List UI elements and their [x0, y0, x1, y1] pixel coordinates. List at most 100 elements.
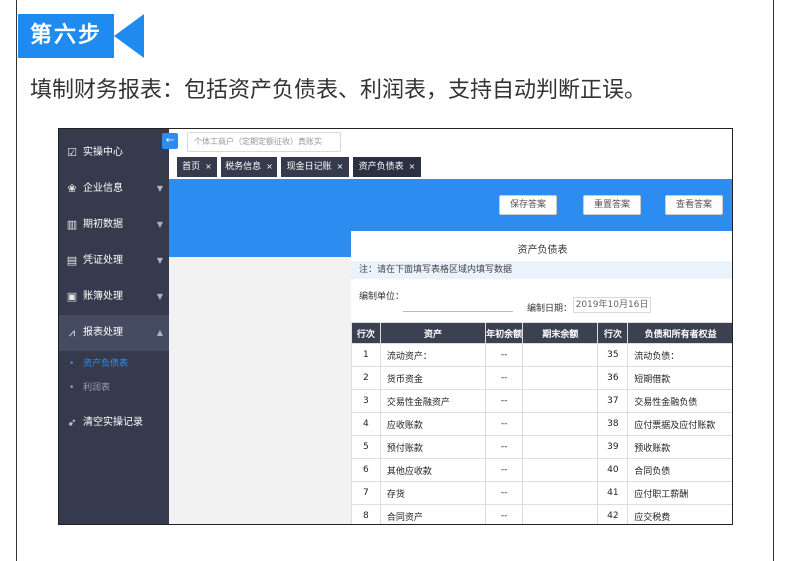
close-icon[interactable]: ×: [205, 162, 212, 171]
bullet-icon: •: [69, 359, 75, 369]
opening-balance-cell[interactable]: --: [485, 435, 524, 459]
save-answer-button[interactable]: 保存答案: [499, 195, 557, 215]
table-header-row: 行次 资产 年初余额 期末余额 行次 负债和所有者权益: [351, 322, 732, 344]
row-number-cell: 4: [351, 412, 381, 436]
sidebar-item-opening-data[interactable]: ▥ 期初数据 ▼: [59, 207, 169, 243]
closing-balance-cell[interactable]: [522, 481, 599, 505]
opening-balance-cell[interactable]: --: [485, 458, 524, 482]
tab-bar: 首页 × 税务信息 × 现金日记账 × 资产负债表 ×: [169, 155, 732, 177]
table-row: 4 应收账款 -- 38 应付票据及应付账款: [351, 412, 732, 436]
sidebar-subitem-income-statement[interactable]: • 利润表: [59, 377, 169, 399]
sidebar-item-clear-records[interactable]: ➶ 清空实操记录: [59, 405, 169, 441]
collapse-sidebar-button[interactable]: ←: [162, 133, 178, 149]
sidebar-item-label: 凭证处理: [83, 255, 123, 266]
chevron-down-icon: ▼: [156, 256, 163, 265]
sidebar: ☑ 实操中心 ❀ 企业信息 ▼ ▥ 期初数据 ▼ ▤ 凭证处理 ▼ ▣ 账簿处理…: [59, 129, 169, 524]
column-header: 资产: [379, 322, 487, 344]
table-row: 2 货币资金 -- 36 短期借款: [351, 366, 732, 390]
asset-name-cell: 合同资产: [379, 504, 487, 524]
sidebar-item-label: 企业信息: [83, 183, 123, 194]
opening-balance-cell[interactable]: --: [485, 389, 524, 413]
sidebar-item-company-info[interactable]: ❀ 企业信息 ▼: [59, 171, 169, 207]
table-row: 3 交易性金融资产 -- 37 交易性金融负债: [351, 389, 732, 413]
opening-balance-cell[interactable]: --: [485, 481, 524, 505]
sidebar-item-voucher[interactable]: ▤ 凭证处理 ▼: [59, 243, 169, 279]
top-bar: 个体工商户（定期定额征收）真账实: [169, 129, 732, 155]
closing-balance-cell[interactable]: [522, 343, 599, 367]
tab-tax-info[interactable]: 税务信息 ×: [221, 157, 277, 177]
step-arrow-icon: [114, 14, 144, 58]
sidebar-item-practice-center[interactable]: ☑ 实操中心: [59, 135, 169, 171]
close-icon[interactable]: ×: [409, 162, 416, 171]
tab-balance-sheet[interactable]: 资产负债表 ×: [353, 157, 421, 177]
row-number-cell: 3: [351, 389, 381, 413]
sidebar-subitem-balance-sheet[interactable]: • 资产负债表: [59, 353, 169, 375]
sidebar-item-label: 清空实操记录: [83, 417, 143, 428]
asset-name-cell: 存货: [379, 481, 487, 505]
headline: 填制财务报表：包括资产负债表、利润表，支持自动判断正误。: [30, 78, 647, 103]
row-number-cell: 8: [351, 504, 381, 524]
sidebar-item-reports[interactable]: ⩘ 报表处理 ▲: [59, 315, 169, 351]
tab-home[interactable]: 首页 ×: [177, 157, 217, 177]
clipboard-icon: ▣: [66, 290, 78, 303]
closing-balance-cell[interactable]: [522, 458, 599, 482]
tab-label: 首页: [182, 162, 201, 172]
table-row: 1 流动资产： -- 35 流动负债：: [351, 343, 732, 367]
column-header: 年初余额: [485, 322, 524, 344]
closing-balance-cell[interactable]: [522, 412, 599, 436]
trend-icon: ⩘: [68, 326, 76, 339]
tab-label: 税务信息: [225, 162, 262, 172]
closing-balance-cell[interactable]: [522, 366, 599, 390]
closing-balance-cell[interactable]: [522, 435, 599, 459]
row-number-cell: 38: [597, 412, 629, 436]
group-icon: ❀: [67, 182, 77, 195]
opening-balance-cell[interactable]: --: [485, 412, 524, 436]
chart-line-icon: ☑: [67, 146, 77, 159]
asset-name-cell: 其他应收款: [379, 458, 487, 482]
liability-name-cell: 应付票据及应付账款: [627, 412, 732, 436]
row-number-cell: 35: [597, 343, 629, 367]
row-number-cell: 42: [597, 504, 629, 524]
column-header: 行次: [597, 322, 629, 344]
close-icon[interactable]: ×: [337, 162, 344, 171]
tab-cash-journal[interactable]: 现金日记账 ×: [281, 157, 349, 177]
tab-label: 现金日记账: [286, 162, 332, 172]
liability-name-cell: 短期借款: [627, 366, 732, 390]
reset-answer-button[interactable]: 重置答案: [583, 195, 641, 215]
date-field[interactable]: 2019年10月16日: [573, 297, 651, 313]
opening-balance-cell[interactable]: --: [485, 366, 524, 390]
view-answer-button[interactable]: 查看答案: [665, 195, 723, 215]
asset-name-cell: 货币资金: [379, 366, 487, 390]
content-background: [169, 257, 351, 524]
row-number-cell: 37: [597, 389, 629, 413]
liability-name-cell: 预收账款: [627, 435, 732, 459]
asset-name-cell: 交易性金融资产: [379, 389, 487, 413]
unit-input[interactable]: [403, 311, 513, 312]
column-header: 行次: [351, 322, 381, 344]
column-header: 负债和所有者权益: [627, 322, 732, 344]
document-icon: ▤: [66, 254, 78, 267]
date-label: 编制日期：: [527, 304, 573, 314]
balance-sheet-panel: 资产负债表 注：请在下面填写表格区域内填写数据 编制单位： 编制日期： 2019…: [351, 231, 732, 524]
asset-name-cell: 流动资产：: [379, 343, 487, 367]
row-number-cell: 5: [351, 435, 381, 459]
company-selector[interactable]: 个体工商户（定期定额征收）真账实: [187, 132, 341, 152]
asset-name-cell: 预付账款: [379, 435, 487, 459]
tab-label: 资产负债表: [358, 162, 404, 172]
closing-balance-cell[interactable]: [522, 504, 599, 524]
opening-balance-cell[interactable]: --: [485, 504, 524, 524]
closing-balance-cell[interactable]: [522, 389, 599, 413]
chevron-up-icon: ▲: [156, 328, 163, 337]
step-badge: 第六步: [18, 14, 158, 58]
table-row: 6 其他应收款 -- 40 合同负债: [351, 458, 732, 482]
opening-balance-cell[interactable]: --: [485, 343, 524, 367]
liability-name-cell: 交易性金融负债: [627, 389, 732, 413]
table-row: 7 存货 -- 41 应付职工薪酬: [351, 481, 732, 505]
sidebar-subitem-label: 资产负债表: [83, 359, 129, 369]
row-number-cell: 2: [351, 366, 381, 390]
sidebar-item-label: 报表处理: [83, 327, 123, 338]
chevron-down-icon: ▼: [156, 292, 163, 301]
send-icon: ➶: [67, 416, 77, 429]
sidebar-item-ledger[interactable]: ▣ 账簿处理 ▼: [59, 279, 169, 315]
close-icon[interactable]: ×: [266, 162, 273, 171]
